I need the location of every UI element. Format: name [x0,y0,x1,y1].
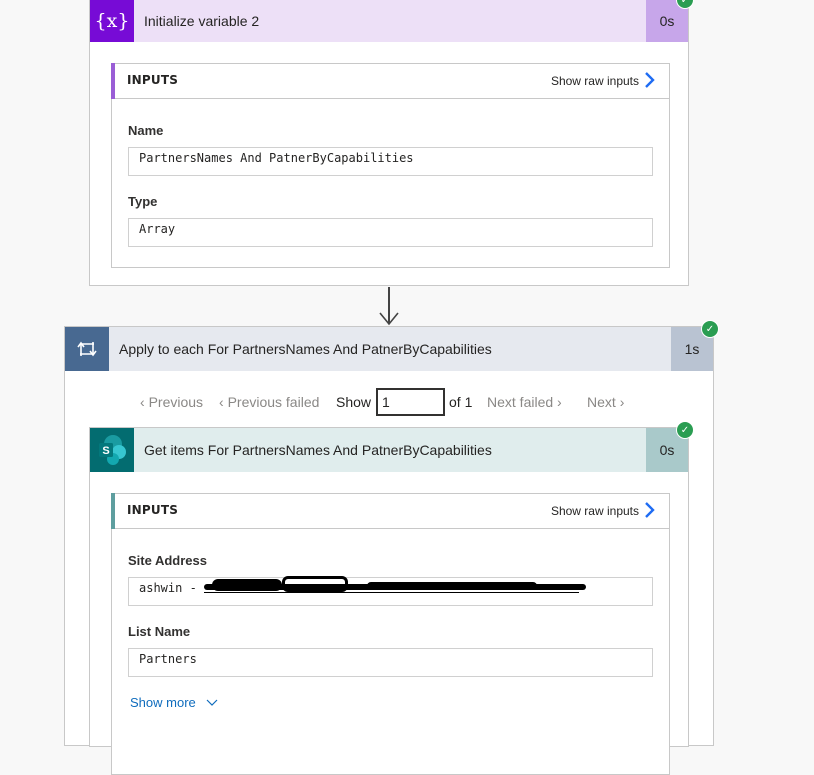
inputs-panel-header: INPUTS Show raw inputs [111,493,669,529]
inputs-panel: INPUTS Show raw inputs Site Address ashw… [111,493,670,775]
arrow-down-icon [379,312,399,326]
chevron-down-icon [206,699,218,706]
chevron-right-icon[interactable] [641,70,657,90]
chevron-left-icon: ‹ [140,394,145,410]
previous-failed-button[interactable]: ‹ Previous failed [219,394,319,410]
of-total-label: of 1 [449,394,473,410]
success-check-icon: ✓ [676,421,694,439]
chevron-right-icon: › [557,394,562,410]
name-value: PartnersNames And PatnerByCapabilities [128,147,653,176]
apply-to-each-header[interactable]: Apply to each For PartnersNames And Patn… [65,327,713,371]
inputs-label: INPUTS [127,73,179,87]
type-value: Array [128,218,653,247]
action-title: Get items For PartnersNames And PatnerBy… [144,442,492,458]
accent-bar [111,493,115,529]
list-name-value: Partners [128,648,653,677]
sharepoint-icon: S [90,428,134,472]
show-raw-inputs-link[interactable]: Show raw inputs [551,74,639,88]
chevron-right-icon[interactable] [641,500,657,520]
initialize-variable-header[interactable]: {x} Initialize variable 2 0s [90,0,688,42]
iteration-number-input[interactable] [376,388,445,416]
get-items-card: S Get items For PartnersNames And Patner… [89,421,694,775]
inputs-label: INPUTS [127,503,179,517]
chevron-left-icon: ‹ [219,394,224,410]
action-title: Initialize variable 2 [144,13,260,29]
iteration-pager: ‹ Previous ‹ Previous failed Show of 1 N… [65,388,713,418]
show-more-link[interactable]: Show more [130,695,219,710]
inputs-panel: INPUTS Show raw inputs Name PartnersName… [111,63,670,268]
variable-icon: {x} [90,0,134,42]
action-title: Apply to each For PartnersNames And Patn… [119,341,492,357]
accent-bar [111,63,115,99]
previous-button[interactable]: ‹ Previous [140,394,203,410]
type-label: Type [128,194,158,209]
next-button[interactable]: Next › [587,394,624,410]
success-check-icon: ✓ [701,320,719,338]
svg-text:S: S [102,445,109,457]
initialize-variable-card: {x} Initialize variable 2 0s ✓ INPUTS Sh… [89,0,694,286]
inputs-panel-header: INPUTS Show raw inputs [111,63,669,99]
show-raw-inputs-link[interactable]: Show raw inputs [551,504,639,518]
chevron-right-icon: › [619,394,625,410]
name-label: Name [128,123,164,138]
redaction-underline [204,592,579,593]
site-address-label: Site Address [128,553,207,568]
loop-icon [65,327,109,371]
show-label: Show [336,394,372,410]
next-failed-button[interactable]: Next failed › [487,394,562,410]
list-name-label: List Name [128,624,191,639]
redaction-mark [212,579,282,591]
get-items-header[interactable]: S Get items For PartnersNames And Patner… [90,428,688,472]
redaction-mark [367,582,537,590]
redaction-mark [282,576,348,592]
